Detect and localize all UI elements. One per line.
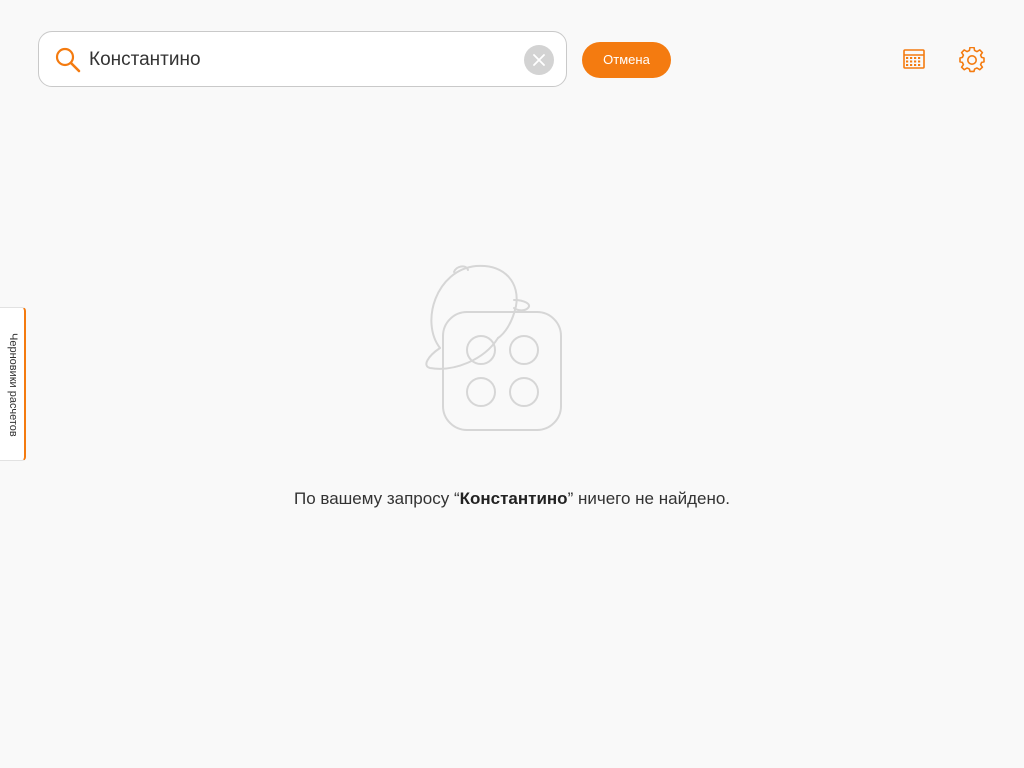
query-text: Константино — [459, 489, 568, 508]
calendar-icon[interactable] — [902, 47, 926, 71]
search-input[interactable] — [89, 40, 509, 80]
empty-state-message: По вашему запросу “Константино” ничего н… — [0, 489, 1024, 509]
cancel-button[interactable]: Отмена — [582, 42, 671, 78]
empty-box-with-cap-icon — [418, 262, 568, 434]
drafts-tab-label: Черновики расчетов — [7, 333, 19, 437]
gear-icon[interactable] — [959, 46, 985, 73]
message-prefix: По вашему запросу “ — [293, 489, 460, 508]
search-box[interactable] — [38, 31, 567, 87]
search-icon — [55, 47, 81, 73]
clear-search-button[interactable] — [524, 45, 554, 75]
message-suffix: ” ничего не найдено. — [567, 489, 731, 508]
drafts-side-tab[interactable]: Черновики расчетов — [0, 307, 26, 461]
close-icon — [533, 54, 545, 66]
